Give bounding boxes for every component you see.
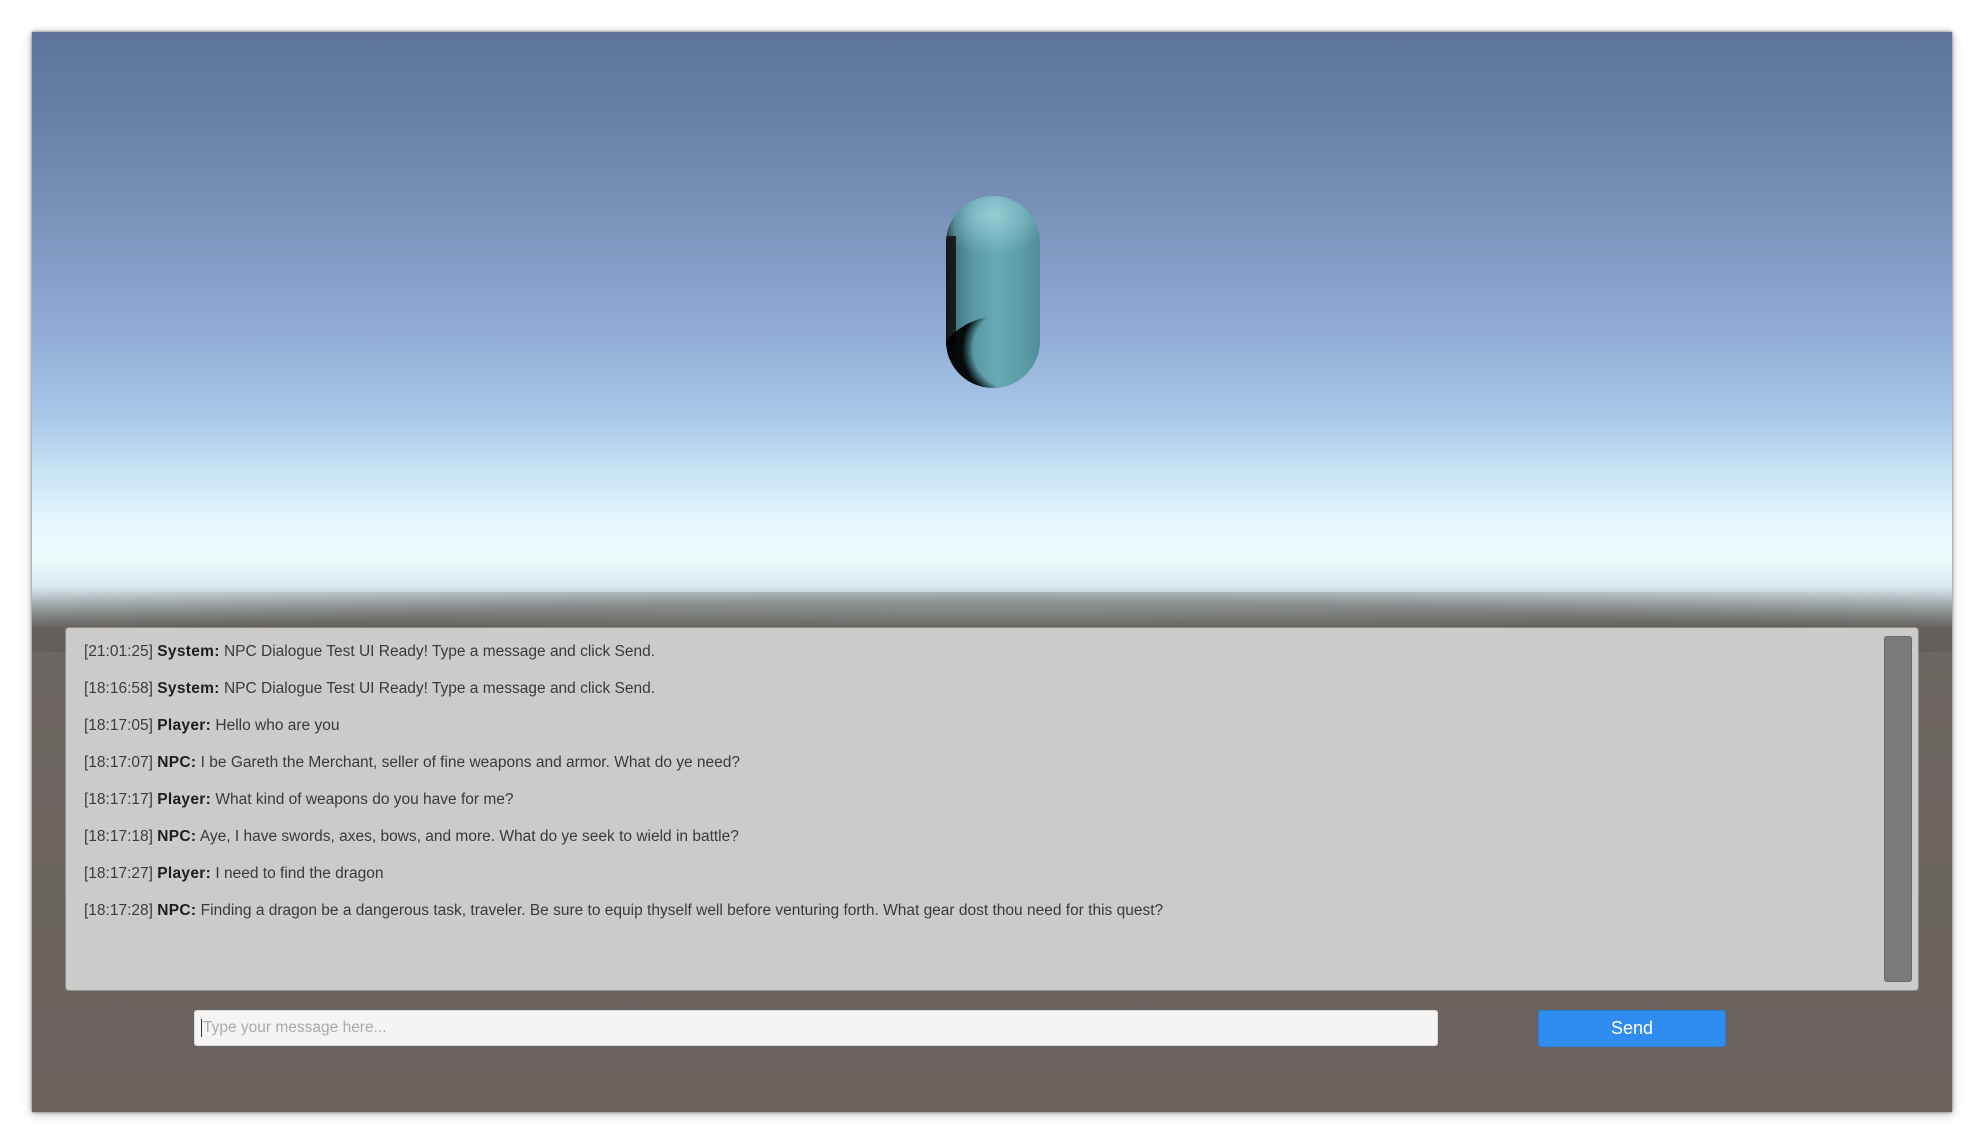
- message-text: I need to find the dragon: [215, 865, 384, 882]
- text-caret: [201, 1019, 202, 1037]
- message-time: [21:01:25]: [84, 643, 153, 660]
- message-text: Aye, I have swords, axes, bows, and more…: [199, 828, 739, 845]
- chat-log-panel: [21:01:25] System: NPC Dialogue Test UI …: [66, 628, 1918, 990]
- message-speaker: NPC:: [157, 902, 197, 919]
- send-button[interactable]: Send: [1538, 1010, 1726, 1047]
- capsule-shade: [946, 236, 956, 346]
- chat-message: [18:17:27] Player: I need to find the dr…: [84, 864, 1864, 901]
- capsule-shadow: [946, 316, 1040, 388]
- message-speaker: Player:: [157, 717, 212, 734]
- chat-message: [18:17:07] NPC: I be Gareth the Merchant…: [84, 753, 1864, 790]
- message-time: [18:17:18]: [84, 828, 153, 845]
- message-time: [18:17:05]: [84, 717, 153, 734]
- message-time: [18:17:07]: [84, 754, 153, 771]
- message-speaker: NPC:: [157, 754, 197, 771]
- game-viewport: [21:01:25] System: NPC Dialogue Test UI …: [32, 32, 1952, 1112]
- message-text: Hello who are you: [215, 717, 340, 734]
- chat-message: [18:17:18] NPC: Aye, I have swords, axes…: [84, 827, 1864, 864]
- message-time: [18:17:17]: [84, 791, 153, 808]
- message-text: NPC Dialogue Test UI Ready! Type a messa…: [223, 643, 656, 660]
- npc-capsule[interactable]: [946, 196, 1040, 388]
- message-text: I be Gareth the Merchant, seller of fine…: [200, 754, 741, 771]
- message-input[interactable]: [194, 1010, 1438, 1046]
- chat-scrollbar[interactable]: [1884, 636, 1912, 982]
- chat-message: [18:16:58] System: NPC Dialogue Test UI …: [84, 679, 1864, 716]
- chat-message: [18:17:17] Player: What kind of weapons …: [84, 790, 1864, 827]
- message-time: [18:17:28]: [84, 902, 153, 919]
- chat-log: [21:01:25] System: NPC Dialogue Test UI …: [84, 642, 1864, 972]
- message-speaker: System:: [157, 643, 220, 660]
- message-speaker: NPC:: [157, 828, 197, 845]
- message-time: [18:16:58]: [84, 680, 153, 697]
- message-time: [18:17:27]: [84, 865, 153, 882]
- chat-scrollbar-thumb[interactable]: [1884, 636, 1912, 982]
- chat-message: [21:01:25] System: NPC Dialogue Test UI …: [84, 642, 1864, 679]
- message-text: Finding a dragon be a dangerous task, tr…: [200, 902, 1164, 919]
- message-text: NPC Dialogue Test UI Ready! Type a messa…: [223, 680, 656, 697]
- message-speaker: Player:: [157, 865, 212, 882]
- chat-message: [18:17:05] Player: Hello who are you: [84, 716, 1864, 753]
- message-speaker: Player:: [157, 791, 212, 808]
- message-speaker: System:: [157, 680, 220, 697]
- chat-message: [18:17:28] NPC: Finding a dragon be a da…: [84, 901, 1864, 938]
- message-text: What kind of weapons do you have for me?: [215, 791, 514, 808]
